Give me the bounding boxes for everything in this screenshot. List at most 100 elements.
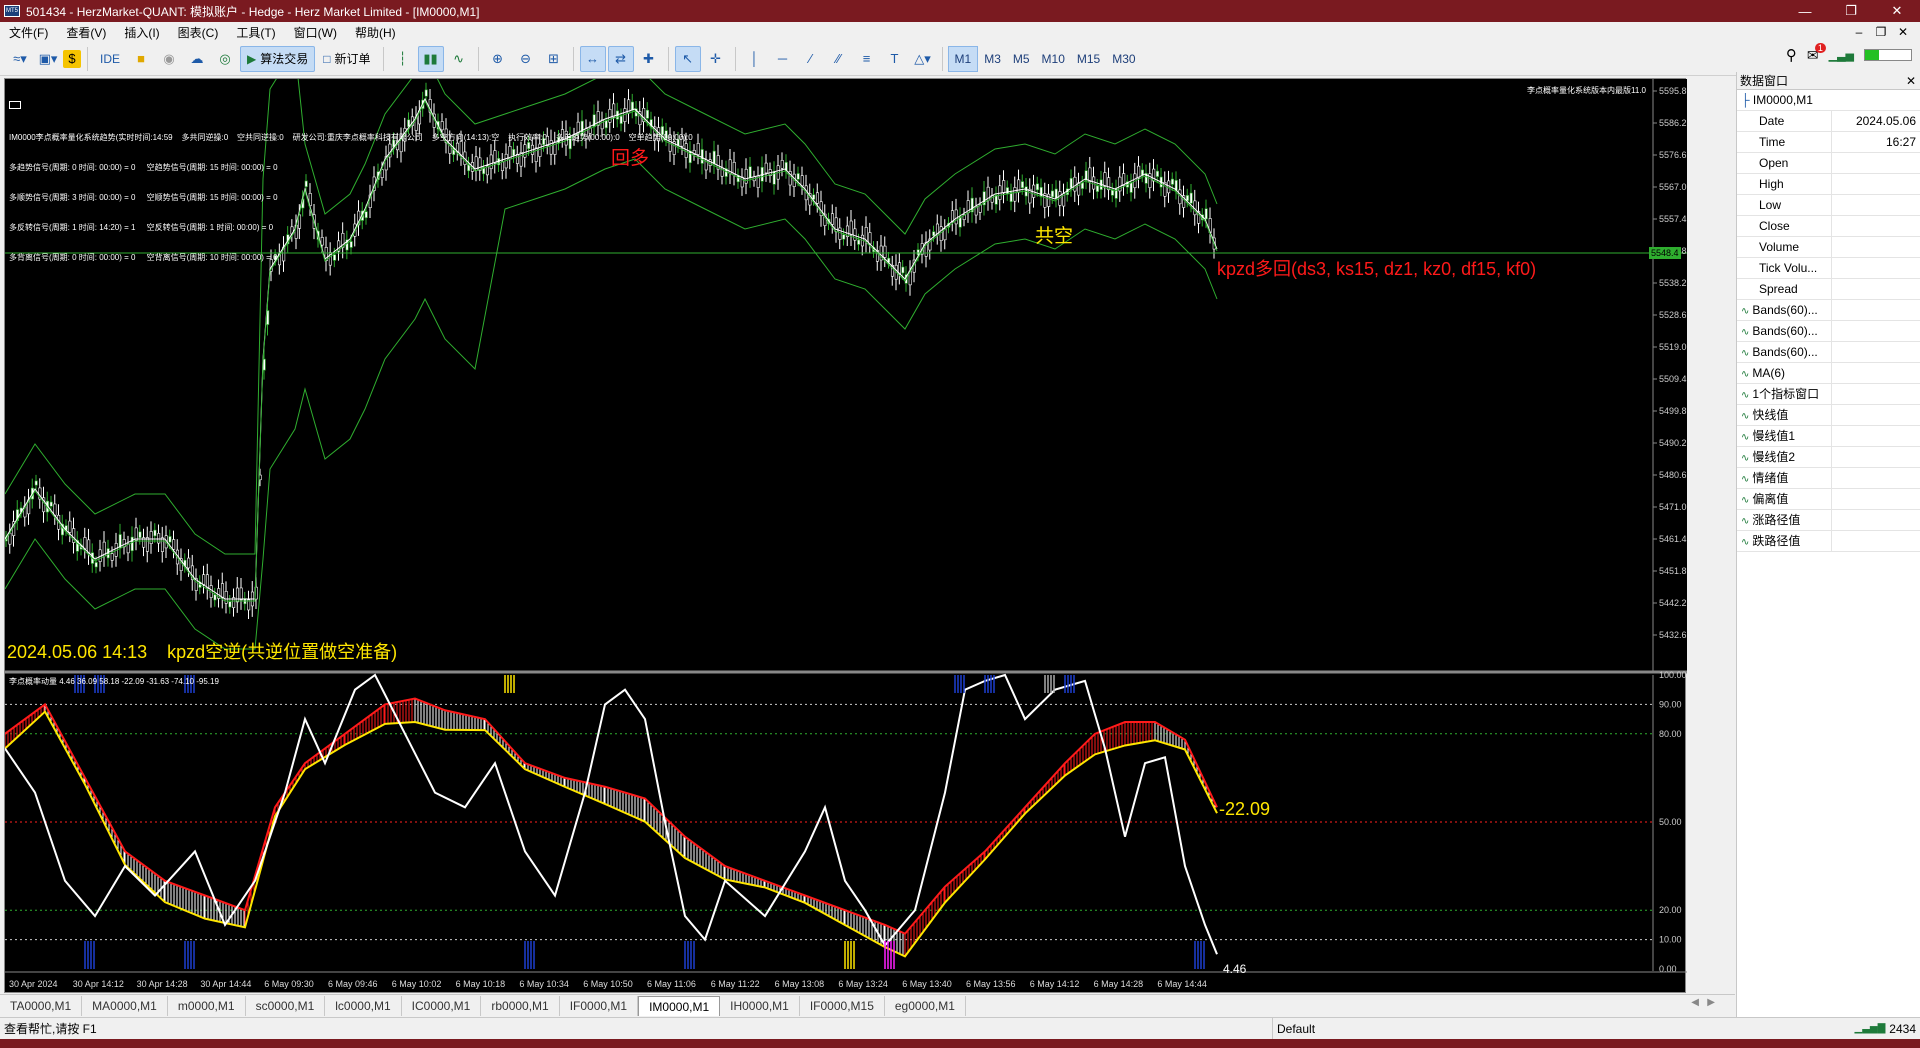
- notification-badge: 1: [1814, 42, 1826, 53]
- timeframe-m15[interactable]: M15: [1071, 46, 1106, 72]
- oscillator-pane[interactable]: 100.0090.0080.0050.0020.0010.000.00: [5, 670, 1687, 974]
- briefcase-icon[interactable]: ■: [128, 46, 154, 72]
- candle-body: [68, 520, 72, 533]
- horizontal-line-icon[interactable]: ─: [770, 46, 796, 72]
- data-row: Time 16:27: [1737, 132, 1920, 153]
- price-tick-label: 5490.2: [1659, 438, 1687, 448]
- connection-status[interactable]: ▁▃▅▇ 2434: [1855, 1018, 1916, 1040]
- indicators-icon[interactable]: ✚: [636, 46, 662, 72]
- tab-ta0000[interactable]: TA0000,M1: [0, 996, 83, 1016]
- tab-scroll-left-icon[interactable]: ◀: [1691, 997, 1699, 1008]
- signal-strength-icon[interactable]: ▁▃▅: [1829, 49, 1854, 62]
- oscillator-tick-label: 20.00: [1659, 905, 1682, 915]
- indicator-value: [1832, 426, 1920, 446]
- signal-text: kpzd多回(ds3, ks15, dz1, kz0, df15, kf0): [1217, 259, 1537, 279]
- timeframe-m10[interactable]: M10: [1036, 46, 1071, 72]
- indicator-name: ∿ 跌路径值: [1737, 531, 1832, 551]
- candle-body: [153, 529, 157, 537]
- menu-tools[interactable]: 工具(T): [227, 24, 284, 41]
- text-icon[interactable]: T: [882, 46, 908, 72]
- data-key: Open: [1737, 153, 1832, 173]
- tab-if0000[interactable]: IF0000,M1: [560, 996, 639, 1016]
- candle-body: [838, 227, 842, 240]
- search-icon[interactable]: ⚲: [1786, 46, 1797, 64]
- tab-ic0000[interactable]: IC0000,M1: [402, 996, 482, 1016]
- child-minimize-icon[interactable]: –: [1848, 22, 1870, 42]
- algo-trading-button[interactable]: ▶ 算法交易: [240, 45, 316, 72]
- price-tick-label: 5451.8: [1659, 566, 1687, 576]
- timeframe-m30[interactable]: M30: [1106, 46, 1141, 72]
- close-button[interactable]: ✕: [1874, 0, 1920, 22]
- menu-view[interactable]: 查看(V): [57, 24, 115, 41]
- tab-ma0000[interactable]: MA0000,M1: [82, 996, 168, 1016]
- channel-icon[interactable]: ∕∕: [826, 46, 852, 72]
- timeframe-m5[interactable]: M5: [1007, 46, 1036, 72]
- chart-menu-icon[interactable]: [9, 101, 21, 109]
- indicator-row: ∿ 情绪值: [1737, 468, 1920, 489]
- tab-ih0000[interactable]: IH0000,M1: [720, 996, 800, 1016]
- candle-body: [202, 574, 206, 585]
- chart-shift-icon[interactable]: ⇄: [607, 45, 634, 72]
- tab-lc0000[interactable]: lc0000,M1: [325, 996, 402, 1016]
- time-tick-label: 6 May 13:08: [775, 979, 825, 989]
- zoom-in-icon[interactable]: ⊕: [485, 46, 511, 72]
- indicator-name: ∿ 快线值: [1737, 405, 1832, 425]
- zoom-out-icon[interactable]: ⊖: [513, 46, 539, 72]
- tab-scroll-right-icon[interactable]: ▶: [1707, 997, 1715, 1008]
- chart-type-icon[interactable]: ≈▾: [7, 46, 33, 72]
- play-icon: ▶: [247, 51, 257, 66]
- signal-info-panel: IM0000李点概率量化系统趋势(实时时间:14:59 多共同逆操:0 空共同逆…: [9, 81, 693, 283]
- cloud-icon[interactable]: ☁: [184, 46, 210, 72]
- candlestick-icon[interactable]: ▮▮: [417, 45, 444, 72]
- ide-button[interactable]: IDE: [94, 46, 126, 72]
- menu-window[interactable]: 窗口(W): [285, 24, 346, 41]
- globe-icon[interactable]: ◎: [212, 46, 238, 72]
- vertical-line-icon[interactable]: │: [742, 46, 768, 72]
- chart-window[interactable]: 5595.85586.25576.65567.05557.45547.85538…: [4, 78, 1687, 993]
- chart-templates-icon[interactable]: ▣▾: [35, 46, 61, 72]
- line-chart-icon[interactable]: ∿: [446, 46, 472, 72]
- tab-eg0000[interactable]: eg0000,M1: [885, 996, 966, 1016]
- crosshair-icon[interactable]: ✛: [703, 46, 729, 72]
- child-close-icon[interactable]: ✕: [1892, 22, 1914, 42]
- tab-im0000[interactable]: IM0000,M1: [638, 996, 721, 1016]
- trendline-icon[interactable]: ∕: [798, 46, 824, 72]
- tab-m0000[interactable]: m0000,M1: [168, 996, 246, 1016]
- label-gongkong: 共空: [1035, 226, 1074, 247]
- candle-body: [1189, 192, 1193, 204]
- menu-help[interactable]: 帮助(H): [346, 24, 405, 41]
- bar-chart-icon[interactable]: ┆: [390, 46, 416, 72]
- new-order-button[interactable]: □ 新订单: [317, 46, 376, 72]
- tab-rb0000[interactable]: rb0000,M1: [481, 996, 560, 1016]
- dollar-icon[interactable]: $: [63, 49, 81, 68]
- menu-file[interactable]: 文件(F): [0, 24, 57, 41]
- indicator-value: [1832, 468, 1920, 488]
- signal-icon[interactable]: ◉: [156, 46, 182, 72]
- candle-body: [138, 531, 142, 539]
- cursor-icon[interactable]: ↖: [674, 45, 701, 72]
- chart-tabs: TA0000,M1 MA0000,M1 m0000,M1 sc0000,M1 l…: [0, 994, 1735, 1016]
- status-profile[interactable]: Default: [1272, 1018, 1482, 1040]
- child-restore-icon[interactable]: ❐: [1870, 22, 1892, 42]
- tab-sc0000[interactable]: sc0000,M1: [246, 996, 326, 1016]
- autoscroll-icon[interactable]: ↔: [579, 45, 606, 72]
- menu-insert[interactable]: 插入(I): [115, 24, 168, 41]
- data-key: Tick Volu...: [1737, 258, 1832, 278]
- restore-button[interactable]: ❐: [1828, 0, 1874, 22]
- shapes-icon[interactable]: △▾: [910, 46, 936, 72]
- data-key: High: [1737, 174, 1832, 194]
- grid-icon[interactable]: ⊞: [541, 46, 567, 72]
- timeframe-m3[interactable]: M3: [978, 46, 1007, 72]
- minimize-button[interactable]: —: [1782, 0, 1828, 22]
- notification-icon[interactable]: ✉ 1: [1807, 42, 1826, 64]
- data-value: [1832, 153, 1920, 173]
- oscillator-tick-label: 100.00: [1659, 670, 1687, 680]
- timeframe-m1[interactable]: M1: [947, 45, 979, 72]
- menu-charts[interactable]: 图表(C): [169, 24, 228, 41]
- candle-body: [849, 220, 853, 236]
- fibo-icon[interactable]: ≡: [854, 46, 880, 72]
- data-window-close-icon[interactable]: ✕: [1906, 72, 1916, 90]
- price-tag: 5548.4: [1649, 247, 1681, 259]
- tab-if0000-m15[interactable]: IF0000,M15: [800, 996, 885, 1016]
- price-tick-label: 5442.2: [1659, 598, 1687, 608]
